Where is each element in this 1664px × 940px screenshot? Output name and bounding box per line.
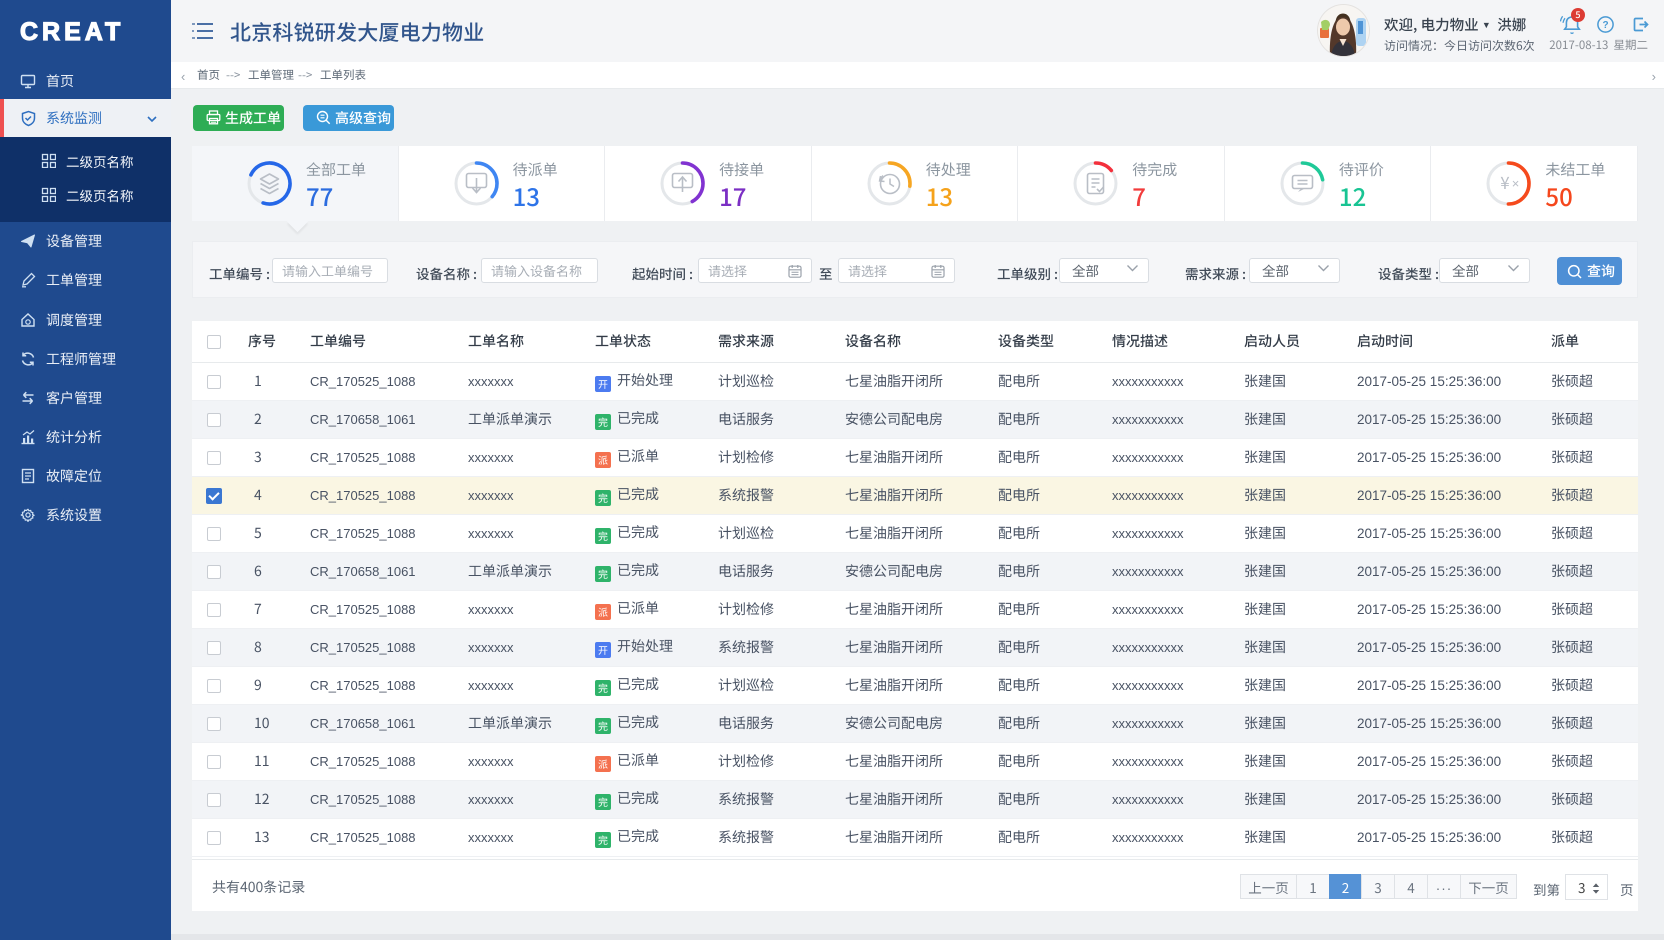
svg-text:¥: ¥ xyxy=(1501,169,1510,194)
svg-text:?: ? xyxy=(1602,20,1608,31)
svg-text:×: × xyxy=(1512,176,1520,191)
